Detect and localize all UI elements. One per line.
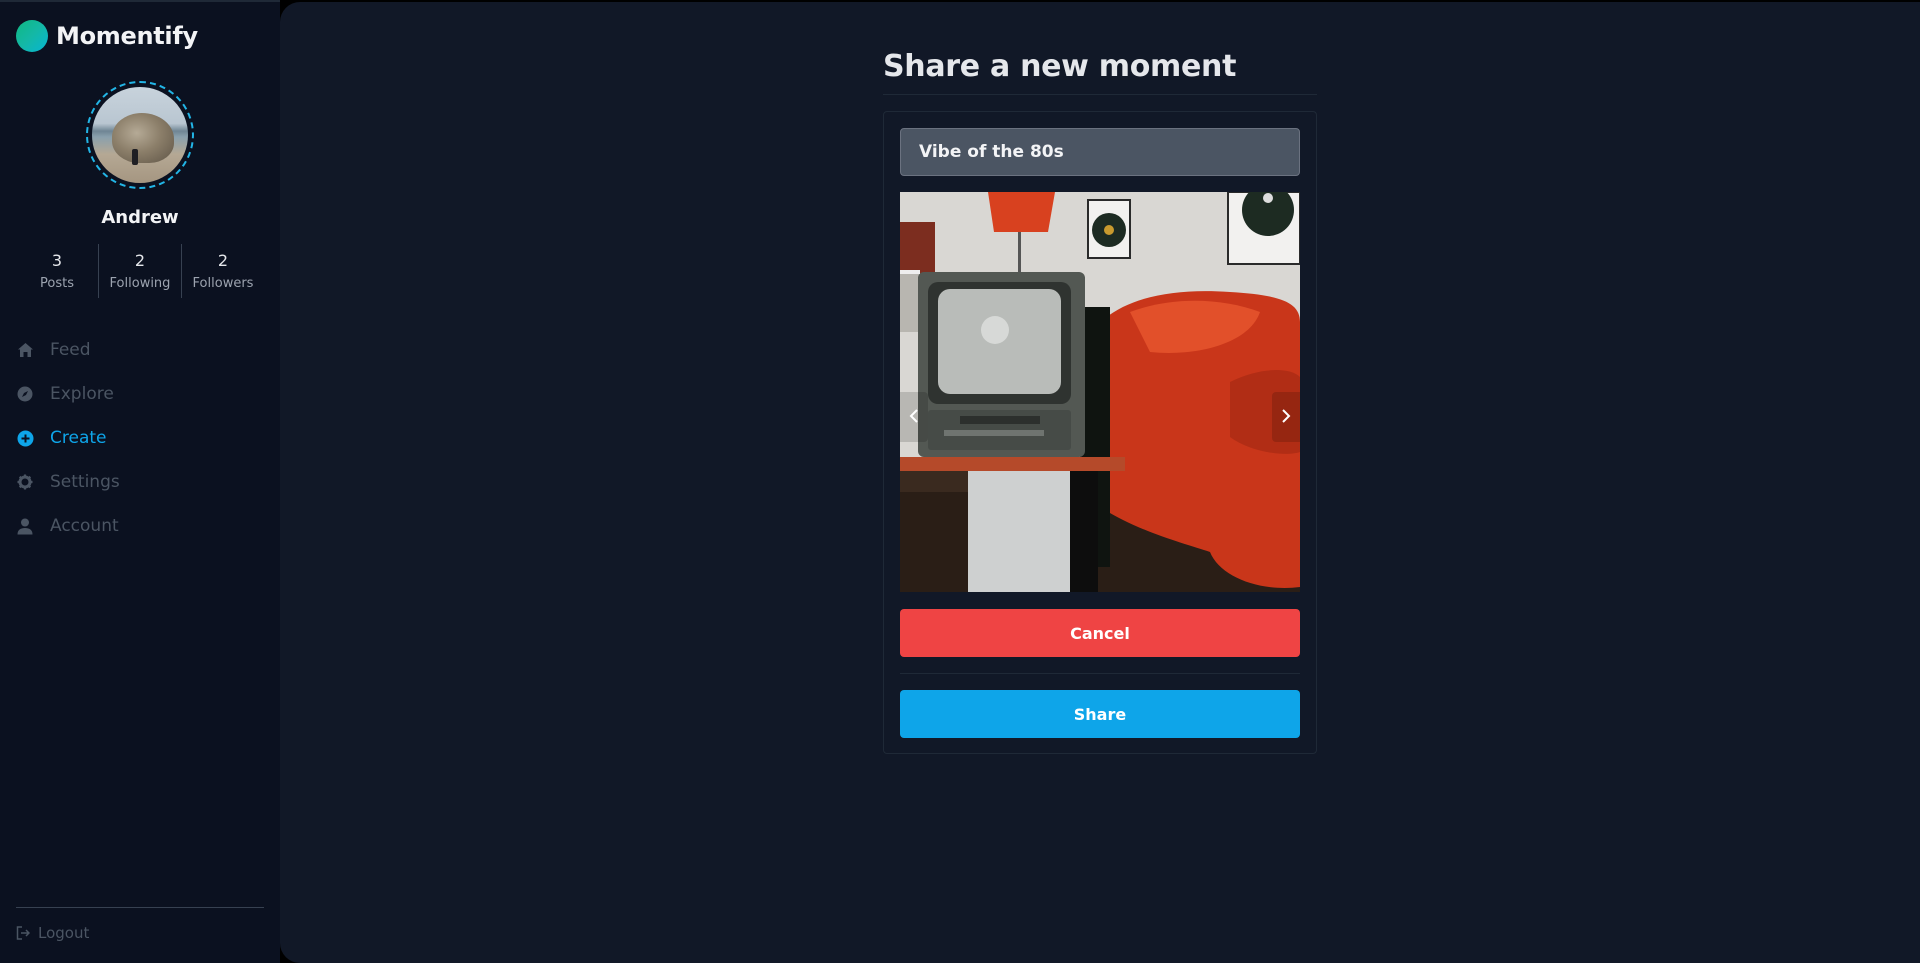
post-image <box>900 192 1300 592</box>
stat-label: Posts <box>40 276 74 291</box>
home-icon <box>16 341 34 359</box>
image-carousel[interactable] <box>900 192 1300 592</box>
stat-label: Following <box>109 276 171 291</box>
profile-stats: 3 Posts 2 Following 2 Followers <box>16 244 264 298</box>
sidebar-nav: Feed Explore Create Settings Account <box>16 328 264 548</box>
user-icon <box>16 517 34 535</box>
share-button[interactable]: Share <box>900 690 1300 738</box>
sidebar-item-account[interactable]: Account <box>16 504 264 548</box>
logout-button[interactable]: Logout <box>16 924 89 942</box>
stat-posts[interactable]: 3 Posts <box>16 244 98 298</box>
gear-icon <box>16 473 34 491</box>
brand[interactable]: Momentify <box>16 20 198 52</box>
logout-label: Logout <box>38 924 90 942</box>
sidebar-item-label: Feed <box>50 340 91 360</box>
stat-value: 2 <box>134 251 146 270</box>
create-post-card: Cancel Share <box>883 111 1317 754</box>
sidebar: Momentify Andrew 3 Posts 2 Following 2 F… <box>0 0 280 963</box>
avatar-image <box>92 87 188 183</box>
logout-icon <box>16 926 30 940</box>
plus-circle-icon <box>16 429 34 447</box>
brand-name: Momentify <box>56 22 198 50</box>
caption-input[interactable] <box>900 128 1300 176</box>
sidebar-item-feed[interactable]: Feed <box>16 328 264 372</box>
cancel-button[interactable]: Cancel <box>900 609 1300 657</box>
chevron-right-icon <box>1281 407 1291 428</box>
sidebar-item-label: Account <box>50 516 119 536</box>
compass-icon <box>16 385 34 403</box>
divider <box>16 907 264 908</box>
main-content: Share a new moment Vibe of the 80s Cance… <box>280 2 1920 963</box>
prev-image-button[interactable] <box>900 392 928 442</box>
profile-name: Andrew <box>101 207 179 228</box>
stat-followers[interactable]: 2 Followers <box>181 244 264 298</box>
divider <box>900 673 1300 674</box>
stat-label: Followers <box>192 276 254 291</box>
sidebar-item-label: Settings <box>50 472 120 492</box>
sidebar-item-label: Explore <box>50 384 114 404</box>
sidebar-item-settings[interactable]: Settings <box>16 460 264 504</box>
page-title: Share a new moment <box>883 49 1317 95</box>
next-image-button[interactable] <box>1272 392 1300 442</box>
stat-value: 2 <box>217 251 229 270</box>
sidebar-item-label: Create <box>50 428 107 448</box>
logo-icon <box>16 20 48 52</box>
stat-following[interactable]: 2 Following <box>98 244 181 298</box>
sidebar-item-explore[interactable]: Explore <box>16 372 264 416</box>
avatar[interactable] <box>86 81 194 189</box>
sidebar-item-create[interactable]: Create <box>16 416 264 460</box>
chevron-left-icon <box>909 407 919 428</box>
stat-value: 3 <box>51 251 63 270</box>
